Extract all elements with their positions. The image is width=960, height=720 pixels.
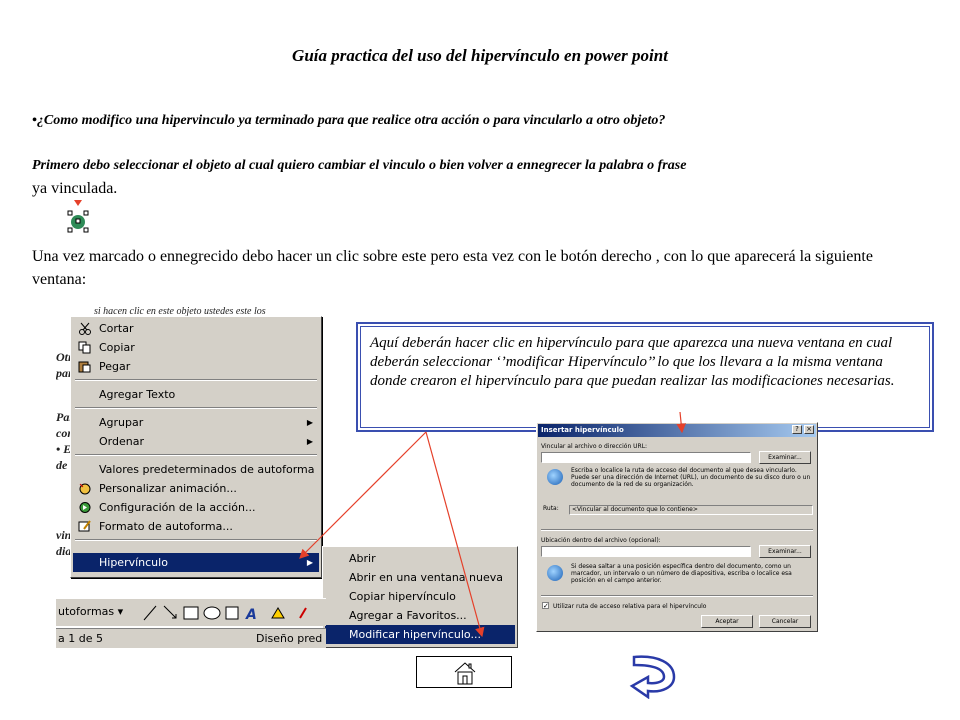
step2-text: Una vez marcado o ennegrecido debo hacer… <box>32 248 873 288</box>
browse-location-button[interactable]: Examinar... <box>759 545 811 558</box>
url-help-text: Escriba o localice la ruta de acceso del… <box>571 467 811 488</box>
slide-counter: a 1 de 5 <box>58 632 103 645</box>
svg-text:A: A <box>245 607 257 622</box>
menu-item-ordenar[interactable]: Ordenar ▶ <box>73 432 319 451</box>
action-icon <box>79 502 91 513</box>
relative-path-label: Utilizar ruta de acceso relativa para el… <box>553 603 707 610</box>
globe-icon <box>547 469 563 485</box>
menu-separator <box>75 454 317 456</box>
submenu-item-label: Agregar a Favoritos... <box>349 609 467 622</box>
animation-icon <box>79 483 91 495</box>
menu-item-label: Hipervínculo <box>99 556 168 569</box>
scissors-icon <box>79 322 91 335</box>
browse-url-button[interactable]: Examinar... <box>759 451 811 464</box>
menu-item-pegar[interactable]: Pegar <box>73 357 319 376</box>
menu-item-label: Copiar <box>99 341 135 354</box>
url-label: Vincular al archivo o dirección URL: <box>541 443 648 450</box>
submenu-arrow-icon: ▶ <box>306 558 313 567</box>
menu-item-cortar[interactable]: Cortar <box>73 319 319 338</box>
drawing-tools-icon: A <box>143 605 307 622</box>
status-bar: a 1 de 5 Diseño pred <box>56 628 326 648</box>
close-button[interactable]: × <box>804 425 814 434</box>
submenu-item-modificar-hipervinculo[interactable]: Modificar hipervínculo... <box>325 625 515 644</box>
url-input[interactable] <box>541 452 751 463</box>
submenu-arrow-icon: ▶ <box>306 418 313 427</box>
background-text: de <box>56 458 68 472</box>
location-help-text: Si desea saltar a una posición específic… <box>571 563 792 584</box>
menu-item-label: Formato de autoforma... <box>99 520 233 533</box>
dialog-separator <box>541 529 813 531</box>
dialog-title: Insertar hipervínculo <box>541 426 624 434</box>
return-arrow-icon[interactable] <box>628 653 680 699</box>
menu-item-label: Configuración de la acción... <box>99 501 256 514</box>
page-title: Guía practica del uso del hipervínculo e… <box>292 46 668 65</box>
hyperlink-submenu: Abrir Abrir en una ventana nueva Copiar … <box>322 546 518 648</box>
selected-object-icon <box>67 200 89 233</box>
menu-item-agregar-texto[interactable]: Agregar Texto <box>73 385 319 404</box>
submenu-item-agregar-favoritos[interactable]: Agregar a Favoritos... <box>325 606 515 625</box>
location-input[interactable] <box>541 546 751 557</box>
step1-tail-text: ya vinculada. <box>32 180 118 197</box>
relative-path-checkbox[interactable]: ✓ <box>542 602 549 610</box>
copy-icon <box>78 341 91 354</box>
format-icon <box>78 520 91 532</box>
menu-item-label: Valores predeterminados de autoforma <box>99 463 315 476</box>
submenu-item-label: Copiar hipervínculo <box>349 590 456 603</box>
submenu-item-label: Abrir <box>349 552 376 565</box>
paste-icon <box>78 361 91 373</box>
step1-text: Primero debo seleccionar el objeto al cu… <box>32 158 687 173</box>
location-label: Ubicación dentro del archivo (opcional): <box>541 537 661 544</box>
context-menu: Cortar Copiar Pegar Agregar Texto Agrupa… <box>70 316 322 578</box>
submenu-item-label: Modificar hipervínculo... <box>349 628 481 641</box>
cancel-button[interactable]: Cancelar <box>759 615 811 628</box>
ruta-value: <Vincular al documento que lo contiene> <box>569 505 813 515</box>
question-text: •¿Como modifico una hipervinculo ya term… <box>32 113 666 128</box>
menu-item-label: Pegar <box>99 360 131 373</box>
ok-button[interactable]: Aceptar <box>701 615 753 628</box>
menu-item-label: Cortar <box>99 322 134 335</box>
ruta-label: Ruta: <box>543 505 559 512</box>
submenu-arrow-icon: ▶ <box>306 437 313 446</box>
menu-separator <box>75 407 317 409</box>
menu-item-agrupar[interactable]: Agrupar ▶ <box>73 413 319 432</box>
dialog-separator <box>541 595 813 597</box>
submenu-item-copiar-hipervinculo[interactable]: Copiar hipervínculo <box>325 587 515 606</box>
menu-item-label: Agrupar <box>99 416 144 429</box>
submenu-item-abrir-ventana-nueva[interactable]: Abrir en una ventana nueva <box>325 568 515 587</box>
menu-separator <box>75 539 317 541</box>
dialog-title-bar: Insertar hipervínculo <box>538 424 816 437</box>
autoformas-button[interactable]: utoformas ▾ <box>58 605 123 618</box>
menu-item-label: Agregar Texto <box>99 388 176 401</box>
submenu-item-abrir[interactable]: Abrir <box>325 549 515 568</box>
menu-item-label: Ordenar <box>99 435 144 448</box>
insert-hyperlink-dialog: Insertar hipervínculo ? × Vincular al ar… <box>536 422 818 632</box>
menu-item-valores-predeterminados[interactable]: Valores predeterminados de autoforma <box>73 460 319 479</box>
menu-item-formato-autoforma[interactable]: Formato de autoforma... <box>73 517 319 536</box>
globe-icon <box>547 565 563 581</box>
background-text: • E <box>56 442 72 456</box>
submenu-item-label: Abrir en una ventana nueva <box>349 571 503 584</box>
menu-separator <box>75 379 317 381</box>
callout-text: Aquí deberán hacer clic en hipervínculo … <box>370 335 895 389</box>
design-name: Diseño pred <box>256 632 323 645</box>
menu-item-hipervinculo[interactable]: Hipervínculo ▶ <box>73 553 319 572</box>
menu-item-copiar[interactable]: Copiar <box>73 338 319 357</box>
home-button[interactable] <box>416 656 512 688</box>
home-icon <box>454 662 476 685</box>
callout-box: Aquí deberán hacer clic en hipervínculo … <box>356 322 934 432</box>
menu-item-label: Personalizar animación... <box>99 482 237 495</box>
menu-item-configuracion-accion[interactable]: Configuración de la acción... <box>73 498 319 517</box>
help-button[interactable]: ? <box>792 425 802 434</box>
drawing-toolbar: utoformas ▾ A <box>56 598 326 626</box>
menu-item-personalizar-animacion[interactable]: Personalizar animación... <box>73 479 319 498</box>
